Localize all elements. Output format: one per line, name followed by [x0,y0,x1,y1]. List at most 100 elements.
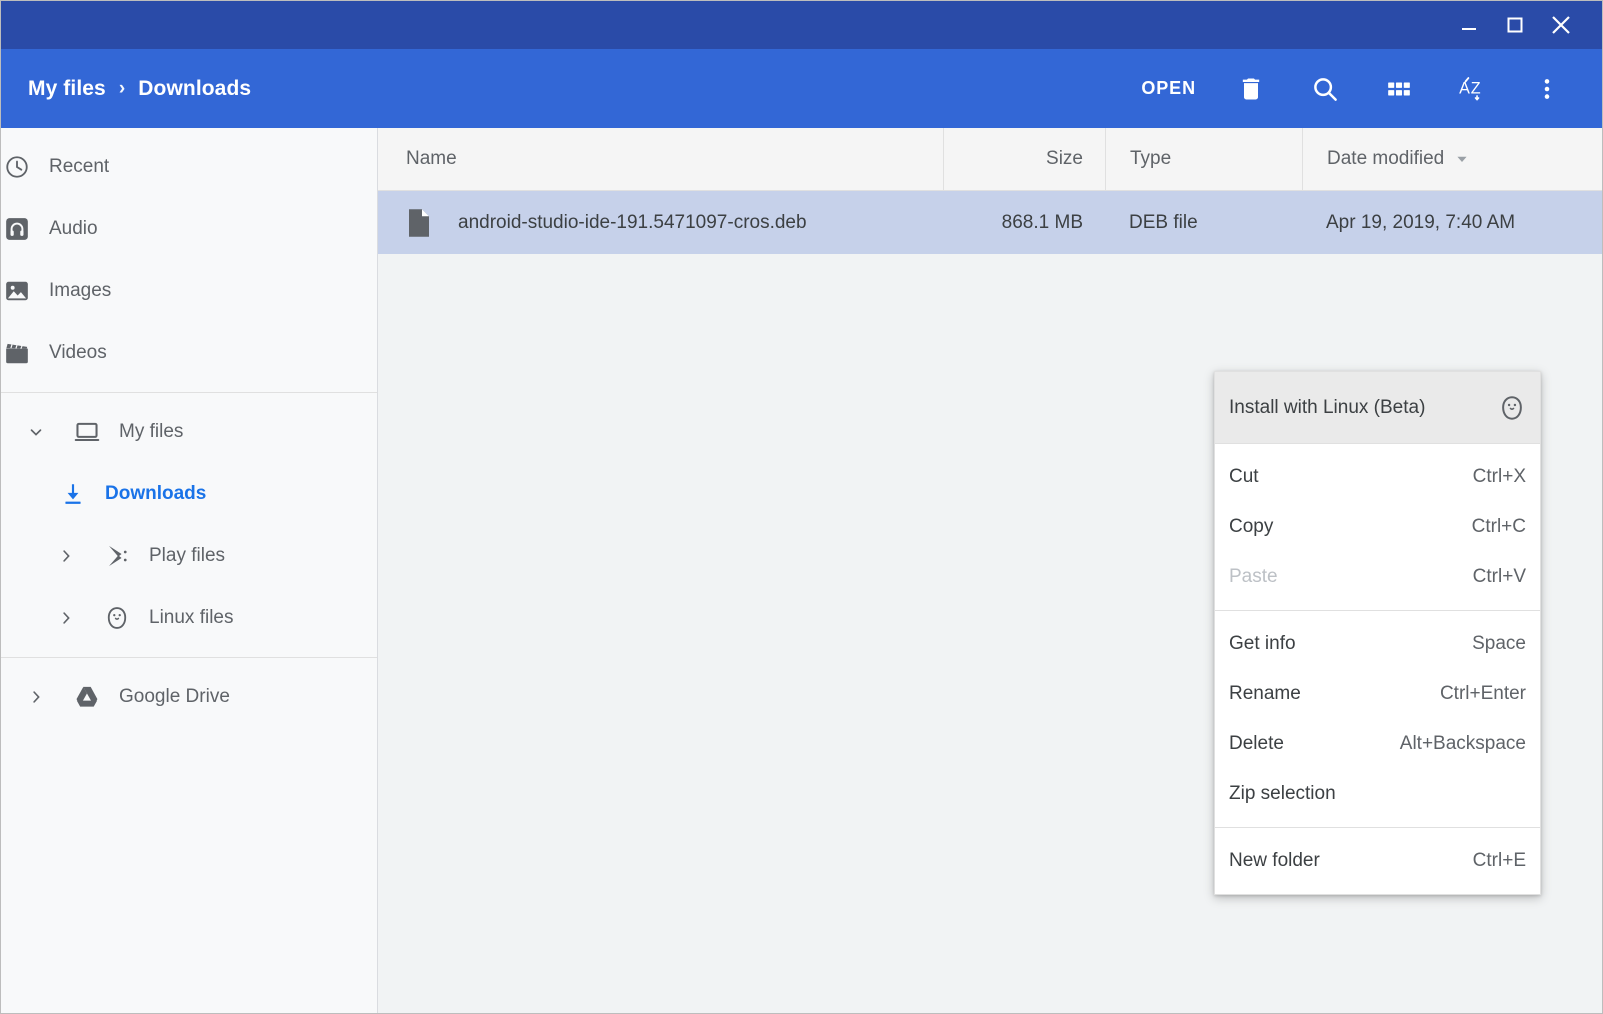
sidebar-item-label: Recent [49,156,109,178]
file-list-body: android-studio-ide-191.5471097-cros.deb … [378,191,1602,254]
context-menu-group-new: New folder Ctrl+E [1215,827,1540,894]
breadcrumb-item-downloads[interactable]: Downloads [138,77,251,101]
menu-item-label: Rename [1229,683,1416,705]
sidebar-item-audio[interactable]: Audio [1,198,377,260]
column-header-label: Type [1130,148,1171,170]
file-list-header: Name Size Type Date modified [378,128,1602,191]
sidebar-item-label: Downloads [105,483,206,505]
sidebar-item-label: Play files [149,545,225,567]
grid-view-icon [1386,76,1412,102]
breadcrumb: My files › Downloads [28,77,251,101]
sort-az-icon: A Z [1458,74,1488,104]
delete-icon [1237,75,1265,103]
cell-size: 868.1 MB [943,191,1105,254]
chevron-right-icon[interactable] [21,688,51,706]
menu-item-shortcut: Ctrl+X [1473,466,1526,488]
column-header-label: Date modified [1327,148,1444,170]
menu-item-cut[interactable]: Cut Ctrl+X [1215,452,1540,502]
menu-item-zip-selection[interactable]: Zip selection [1215,769,1540,819]
menu-item-paste: Paste Ctrl+V [1215,552,1540,602]
more-options-button[interactable] [1510,61,1584,117]
linux-icon [1498,394,1526,422]
breadcrumb-item-my-files[interactable]: My files [28,77,106,101]
google-drive-icon [73,683,101,711]
close-icon [1548,12,1574,38]
menu-item-delete[interactable]: Delete Alt+Backspace [1215,719,1540,769]
sidebar-item-google-drive[interactable]: Google Drive [1,666,377,728]
body: Recent Audio [1,128,1602,1013]
maximize-button[interactable] [1492,1,1538,49]
maximize-icon [1504,14,1526,36]
chevron-right-icon[interactable] [51,547,81,565]
sidebar-section-my-files: My files Downloads [1,392,377,657]
svg-text:A: A [1459,79,1470,97]
svg-text:Z: Z [1471,79,1481,97]
table-row[interactable]: android-studio-ide-191.5471097-cros.deb … [378,191,1602,254]
minimize-icon [1458,14,1480,36]
menu-item-shortcut: Ctrl+C [1472,516,1526,538]
cell-name: android-studio-ide-191.5471097-cros.deb [378,191,943,254]
menu-item-label: Get info [1229,633,1448,655]
linux-icon [103,604,131,632]
menu-item-rename[interactable]: Rename Ctrl+Enter [1215,669,1540,719]
delete-button[interactable] [1214,61,1288,117]
menu-item-shortcut: Ctrl+E [1473,850,1526,872]
chevron-right-icon[interactable] [51,609,81,627]
sort-descending-icon [1454,151,1470,167]
sidebar-item-recent[interactable]: Recent [1,136,377,198]
column-header-size[interactable]: Size [943,128,1105,190]
sidebar-section-shortcuts: Recent Audio [1,128,377,392]
cell-date-modified: Apr 19, 2019, 7:40 AM [1302,191,1602,254]
sidebar-item-label: My files [119,421,183,443]
computer-icon [73,418,101,446]
download-icon [59,480,87,508]
image-icon [3,277,31,305]
menu-item-install-with-linux[interactable]: Install with Linux (Beta) [1215,372,1540,443]
audio-icon [3,215,31,243]
column-header-type[interactable]: Type [1105,128,1302,190]
file-name: android-studio-ide-191.5471097-cros.deb [458,212,807,234]
title-bar [1,1,1602,49]
clock-icon [3,153,31,181]
sidebar: Recent Audio [1,128,378,1013]
sidebar-item-label: Images [49,280,111,302]
file-list-panel: Name Size Type Date modified [378,128,1602,1013]
sidebar-section-drive: Google Drive [1,657,377,736]
sidebar-item-label: Audio [49,218,98,240]
sidebar-item-play-files[interactable]: Play files [1,525,377,587]
breadcrumb-separator-icon: › [119,78,125,100]
menu-item-label: Delete [1229,733,1376,755]
context-menu-group-clipboard: Cut Ctrl+X Copy Ctrl+C Paste Ctrl+V [1215,443,1540,610]
close-button[interactable] [1538,1,1584,49]
sidebar-item-videos[interactable]: Videos [1,322,377,384]
sort-button[interactable]: A Z [1436,61,1510,117]
generic-file-icon [406,208,432,238]
toolbar: My files › Downloads OPEN [1,49,1602,128]
menu-item-label: Cut [1229,466,1449,488]
sidebar-item-downloads[interactable]: Downloads [1,463,377,525]
chevron-down-icon[interactable] [21,423,51,441]
context-menu-group-install: Install with Linux (Beta) [1215,372,1540,443]
files-app-window: My files › Downloads OPEN [0,0,1603,1014]
open-button[interactable]: OPEN [1123,68,1214,109]
menu-item-shortcut: Alt+Backspace [1400,733,1526,755]
menu-item-shortcut: Ctrl+V [1473,566,1526,588]
column-header-name[interactable]: Name [378,128,943,190]
grid-view-button[interactable] [1362,61,1436,117]
context-menu: Install with Linux (Beta) [1214,371,1541,895]
sidebar-item-images[interactable]: Images [1,260,377,322]
video-icon [3,339,31,367]
menu-item-copy[interactable]: Copy Ctrl+C [1215,502,1540,552]
sidebar-item-label: Google Drive [119,686,230,708]
sidebar-item-my-files[interactable]: My files [1,401,377,463]
play-store-icon [103,542,131,570]
cell-type: DEB file [1105,191,1302,254]
menu-item-new-folder[interactable]: New folder Ctrl+E [1215,836,1540,886]
minimize-button[interactable] [1446,1,1492,49]
sidebar-item-linux-files[interactable]: Linux files [1,587,377,649]
menu-item-label: New folder [1229,850,1449,872]
search-button[interactable] [1288,61,1362,117]
menu-item-shortcut: Space [1472,633,1526,655]
column-header-date-modified[interactable]: Date modified [1302,128,1602,190]
menu-item-get-info[interactable]: Get info Space [1215,619,1540,669]
